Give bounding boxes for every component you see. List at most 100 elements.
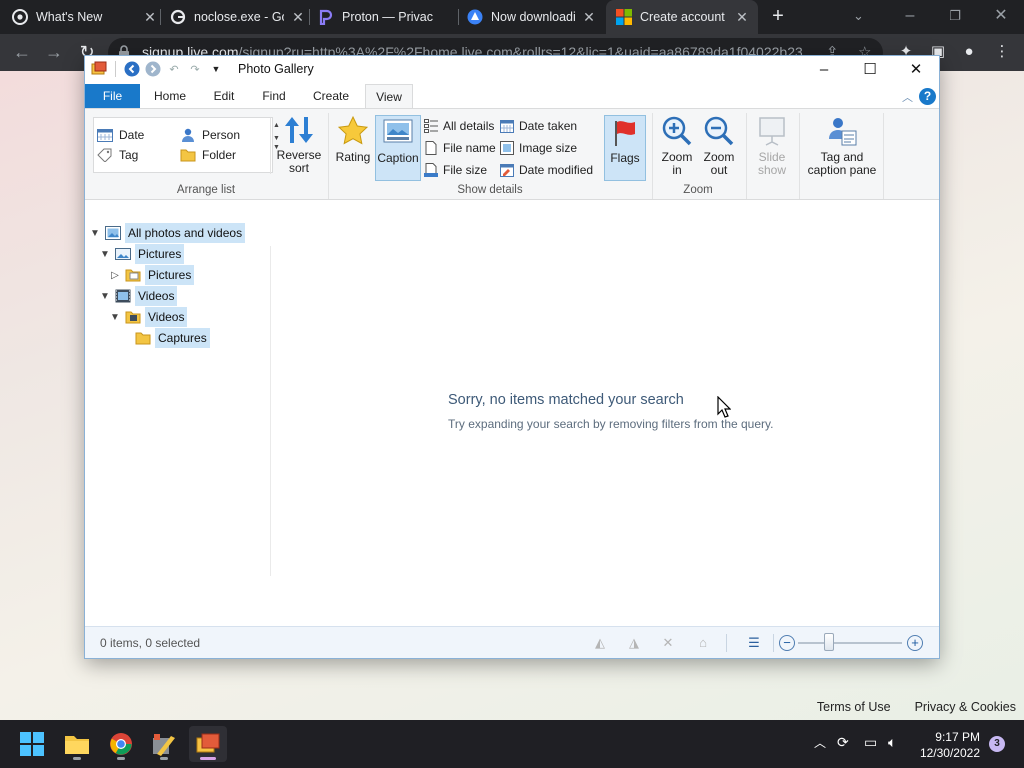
taskbar-photo-gallery[interactable] bbox=[189, 726, 227, 762]
pane-divider[interactable] bbox=[270, 246, 271, 576]
collapsed-arrow-icon[interactable]: ▷ bbox=[109, 270, 121, 281]
expand-arrow-icon[interactable]: ▼ bbox=[99, 249, 111, 260]
help-icon[interactable]: ? bbox=[919, 88, 936, 105]
tab-proton[interactable]: Proton — Privac bbox=[318, 0, 454, 34]
profile-icon[interactable]: ● bbox=[959, 42, 979, 62]
delete-icon[interactable]: ✕ bbox=[660, 635, 676, 651]
rotate-right-icon[interactable]: ◮ bbox=[626, 635, 642, 651]
zoom-in-button[interactable]: Zoom in bbox=[657, 115, 697, 181]
network-icon[interactable]: ▭ bbox=[864, 734, 877, 751]
star-icon bbox=[337, 115, 369, 145]
tab-create-account[interactable]: Create account ✕ bbox=[606, 0, 758, 34]
forward-icon[interactable]: → bbox=[43, 41, 65, 63]
taskbar-app-installer[interactable] bbox=[145, 726, 183, 762]
tab-whats-new[interactable]: What's New ✕ bbox=[12, 0, 158, 34]
arrange-tag[interactable]: Tag bbox=[97, 148, 138, 162]
calendar-icon bbox=[500, 120, 514, 133]
back-arrow-icon[interactable] bbox=[124, 61, 140, 77]
zoom-out-button[interactable]: Zoom out bbox=[699, 115, 739, 181]
zoom-slider-track[interactable] bbox=[798, 642, 902, 644]
tree-item-captures-folder[interactable]: Captures bbox=[135, 328, 210, 348]
forward-arrow-icon[interactable] bbox=[145, 61, 161, 77]
tag-caption-pane-icon bbox=[829, 118, 857, 146]
reverse-sort-button[interactable]: Reverse sort bbox=[275, 115, 323, 181]
tab-title: What's New bbox=[36, 10, 103, 24]
taskbar-chrome[interactable] bbox=[102, 726, 140, 762]
tab-file[interactable]: File bbox=[85, 84, 140, 109]
start-button[interactable] bbox=[13, 726, 51, 762]
terms-link[interactable]: Terms of Use bbox=[817, 700, 891, 714]
arrange-person[interactable]: Person bbox=[180, 128, 240, 142]
tab-separator bbox=[309, 9, 310, 25]
tab-now-downloading[interactable]: Now downloadi ✕ bbox=[467, 0, 597, 34]
ribbon: Date Person Tag Folder ▲ ▼ ▼ Reverse sort … bbox=[85, 108, 939, 200]
undo-icon[interactable]: ↶ bbox=[166, 61, 182, 77]
close-icon[interactable]: ✕ bbox=[734, 9, 750, 26]
tab-create[interactable]: Create bbox=[302, 84, 360, 109]
date-modified-button[interactable]: Date modified bbox=[500, 163, 593, 177]
tree-item-pictures-library[interactable]: ▼ Pictures bbox=[99, 244, 185, 264]
all-details-button[interactable]: All details bbox=[424, 119, 494, 133]
redo-icon[interactable]: ↷ bbox=[187, 61, 203, 77]
ribbon-tabs: File Home Edit Find Create View bbox=[85, 84, 939, 109]
notification-badge[interactable]: 3 bbox=[989, 736, 1005, 752]
restore-icon[interactable]: ❐ bbox=[941, 4, 969, 28]
details-view-icon[interactable]: ☰ bbox=[746, 635, 762, 651]
person-icon bbox=[182, 128, 194, 142]
menu-icon[interactable]: ⋮ bbox=[992, 42, 1012, 62]
taskbar-file-explorer[interactable] bbox=[58, 726, 96, 762]
arrange-date[interactable]: Date bbox=[97, 128, 144, 142]
file-size-button[interactable]: File size bbox=[424, 163, 487, 177]
caption-button[interactable]: Caption bbox=[375, 115, 421, 181]
slide-show-small-icon[interactable]: ⌂ bbox=[695, 635, 711, 651]
rating-button[interactable]: Rating bbox=[333, 115, 373, 181]
tree-item-videos-library[interactable]: ▼ Videos bbox=[99, 286, 178, 306]
folder-icon bbox=[135, 332, 151, 345]
rotate-left-icon[interactable]: ◭ bbox=[592, 635, 608, 651]
close-icon[interactable]: ✕ bbox=[581, 9, 597, 26]
close-icon[interactable]: ✕ bbox=[142, 9, 158, 26]
maximize-icon[interactable]: ☐ bbox=[847, 58, 893, 82]
minimize-icon[interactable]: – bbox=[896, 4, 924, 28]
minimize-icon[interactable]: – bbox=[801, 58, 847, 82]
date-taken-button[interactable]: Date taken bbox=[500, 119, 577, 133]
chevron-down-icon[interactable]: ⌄ bbox=[853, 8, 864, 24]
slide-show-button[interactable]: Slide show bbox=[751, 115, 793, 181]
photo-gallery-icon bbox=[196, 733, 220, 753]
tag-caption-pane-button[interactable]: Tag and caption pane bbox=[804, 115, 880, 181]
tab-edit[interactable]: Edit bbox=[200, 84, 248, 109]
expand-arrow-icon[interactable]: ▼ bbox=[89, 228, 101, 239]
tab-home[interactable]: Home bbox=[144, 84, 196, 109]
expand-arrow-icon[interactable]: ▼ bbox=[109, 312, 121, 323]
volume-icon[interactable]: 🔈︎ bbox=[888, 734, 896, 751]
taskbar: ︿ ⟳ ▭ 🔈︎ 9:17 PM 12/30/2022 3 bbox=[0, 720, 1024, 768]
flags-button[interactable]: Flags bbox=[604, 115, 646, 181]
zoom-slider-thumb[interactable] bbox=[824, 633, 835, 651]
expand-arrow-icon[interactable]: ▼ bbox=[99, 291, 111, 302]
new-tab-button[interactable]: + bbox=[768, 5, 788, 27]
tree-item-videos-folder[interactable]: ▼ Videos bbox=[109, 307, 188, 327]
image-size-button[interactable]: Image size bbox=[500, 141, 577, 155]
show-hidden-icons-chevron-icon[interactable]: ︿ bbox=[814, 734, 826, 751]
arrange-folder[interactable]: Folder bbox=[180, 148, 236, 162]
tab-find[interactable]: Find bbox=[251, 84, 297, 109]
tree-item-pictures-folder[interactable]: ▷ Pictures bbox=[109, 265, 195, 285]
customize-qat-icon[interactable]: ▼ bbox=[208, 61, 224, 77]
zoom-minus-icon[interactable]: − bbox=[779, 635, 795, 651]
empty-message-hint: Try expanding your search by removing fi… bbox=[448, 417, 774, 431]
clock[interactable]: 9:17 PM 12/30/2022 bbox=[920, 729, 980, 761]
tree-item-all-photos[interactable]: ▼ All photos and videos bbox=[89, 223, 246, 243]
file-name-button[interactable]: File name bbox=[424, 141, 496, 155]
tab-noclose[interactable]: noclose.exe - Go ✕ bbox=[170, 0, 306, 34]
minimize-ribbon-icon[interactable]: ︿ bbox=[902, 89, 913, 105]
back-icon[interactable]: ← bbox=[11, 41, 33, 63]
proton-icon bbox=[318, 9, 334, 25]
zoom-plus-icon[interactable]: + bbox=[907, 635, 923, 651]
tab-view[interactable]: View bbox=[365, 84, 413, 109]
all-photos-icon bbox=[105, 226, 121, 240]
privacy-link[interactable]: Privacy & Cookies bbox=[915, 700, 1016, 714]
close-icon[interactable]: ✕ bbox=[290, 9, 306, 26]
sync-status-icon[interactable]: ⟳ bbox=[837, 734, 849, 751]
close-window-icon[interactable]: ✕ bbox=[987, 4, 1015, 28]
close-icon[interactable]: ✕ bbox=[893, 58, 939, 82]
